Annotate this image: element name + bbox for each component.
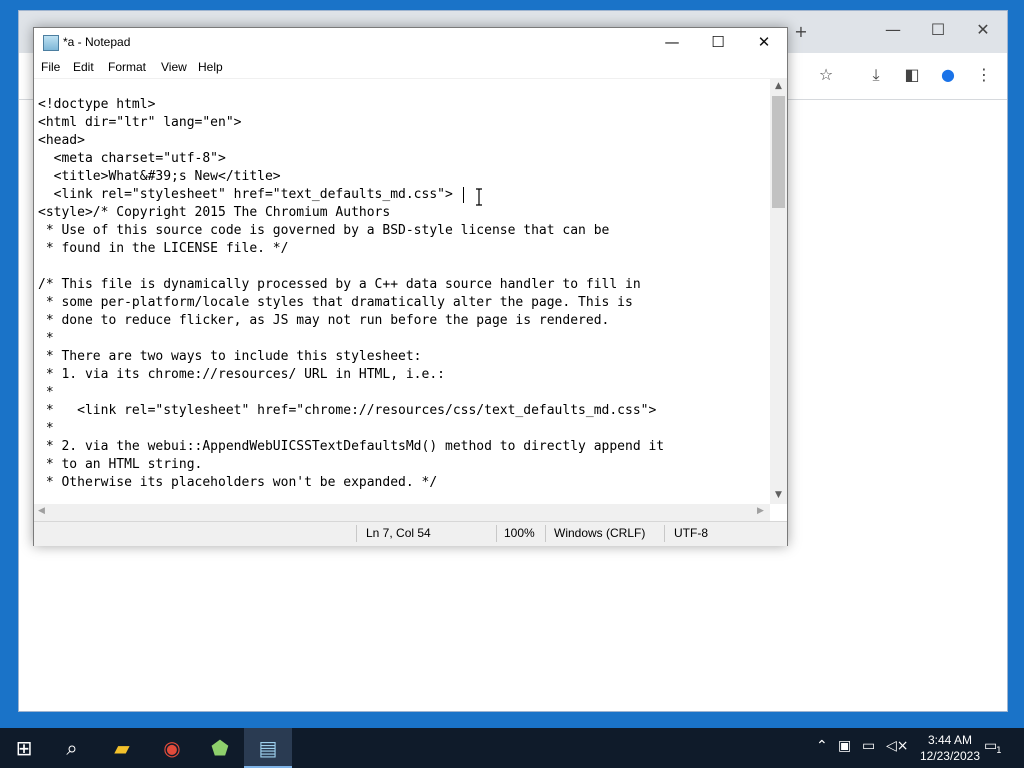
menu-file[interactable]: File xyxy=(41,60,60,74)
taskbar: ⊞ ⌕ ▰ ◉ ⬟ ▤ ⌃ ▣ ▭ ◁× 3:44 AM 12/23/2023 … xyxy=(0,728,1024,768)
line-endings: Windows (CRLF) xyxy=(554,526,646,540)
maximize-icon[interactable]: ☐ xyxy=(926,20,950,40)
start-windows-icon[interactable]: ⊞ xyxy=(0,728,48,768)
ibeam-cursor-icon xyxy=(476,188,482,206)
editor-content: <!doctype html> <html dir="ltr" lang="en… xyxy=(38,96,664,492)
close-button[interactable]: ✕ xyxy=(741,28,787,58)
minimize-button[interactable]: — xyxy=(649,28,695,58)
menu-format[interactable]: Format xyxy=(108,60,146,74)
download-icon[interactable]: ⤓ xyxy=(864,65,888,85)
scroll-right-icon[interactable]: ▶ xyxy=(757,506,764,516)
text-caret xyxy=(463,187,464,203)
menu-view[interactable]: View xyxy=(161,60,187,74)
code-line: * found in the LICENSE file. */ xyxy=(38,241,289,256)
search-icon[interactable]: ⌕ xyxy=(48,728,96,768)
clock-time: 3:44 AM xyxy=(927,733,972,747)
side-panel-icon[interactable]: ◧ xyxy=(900,65,924,85)
vertical-scrollbar[interactable]: ▲ ▼ xyxy=(770,78,787,504)
code-line: * 2. via the webui::AppendWebUICSSTextDe… xyxy=(38,439,665,454)
chrome-icon[interactable]: ◉ xyxy=(148,728,196,768)
code-line: * Use of this source code is governed by… xyxy=(38,223,610,238)
status-divider xyxy=(496,525,497,542)
zoom-level: 100% xyxy=(504,526,535,540)
code-line: * some per-platform/locale styles that d… xyxy=(38,295,633,310)
code-line: * to an HTML string. xyxy=(38,457,203,472)
profile-icon[interactable]: ● xyxy=(936,65,960,85)
maximize-button[interactable]: ☐ xyxy=(695,28,741,58)
close-icon[interactable]: ✕ xyxy=(971,20,995,40)
scroll-down-icon[interactable]: ▼ xyxy=(770,490,787,500)
code-line: <link rel="stylesheet" href="text_defaul… xyxy=(38,187,453,202)
scroll-up-icon[interactable]: ▲ xyxy=(770,81,787,91)
menu-help[interactable]: Help xyxy=(198,60,223,74)
code-line: * There are two ways to include this sty… xyxy=(38,349,422,364)
minimize-icon[interactable]: — xyxy=(881,20,905,40)
notepad-window: *a - Notepad — ☐ ✕ File Edit Format View… xyxy=(33,27,788,546)
volume-muted-icon[interactable]: ◁× xyxy=(886,738,909,754)
code-line: * xyxy=(38,331,54,346)
clock-date: 12/23/2023 xyxy=(919,749,980,763)
code-line: * done to reduce flicker, as JS may not … xyxy=(38,313,610,328)
network-icon[interactable]: ▭ xyxy=(862,738,875,754)
bookmark-star-icon[interactable]: ☆ xyxy=(814,65,838,85)
code-line: * Otherwise its placeholders won't be ex… xyxy=(38,475,438,490)
code-line: <head> xyxy=(38,133,85,148)
code-line: /* This file is dynamically processed by… xyxy=(38,277,641,292)
code-line: <title>What&#39;s New</title> xyxy=(38,169,281,184)
notification-count-badge: 1 xyxy=(996,746,1002,756)
menu-kebab-icon[interactable]: ⋮ xyxy=(972,65,996,85)
file-explorer-icon[interactable]: ▰ xyxy=(98,728,146,768)
vertical-scroll-thumb[interactable] xyxy=(772,96,785,208)
status-divider xyxy=(545,525,546,542)
code-line: <meta charset="utf-8"> xyxy=(38,151,226,166)
text-editor[interactable]: <!doctype html> <html dir="ltr" lang="en… xyxy=(34,78,770,505)
cursor-position: Ln 7, Col 54 xyxy=(366,526,431,540)
horizontal-scrollbar[interactable]: ◀ ▶ xyxy=(34,504,770,521)
code-line: * 1. via its chrome://resources/ URL in … xyxy=(38,367,445,382)
show-hidden-icons-icon[interactable]: ⌃ xyxy=(816,738,828,754)
window-title: *a - Notepad xyxy=(63,35,131,49)
notepad-app-icon xyxy=(43,35,59,51)
system-clock[interactable]: 3:44 AM 12/23/2023 xyxy=(920,732,980,764)
menu-bar: File Edit Format View Help xyxy=(34,58,787,78)
scroll-left-icon[interactable]: ◀ xyxy=(38,506,45,516)
new-tab-icon[interactable]: + xyxy=(789,22,813,42)
code-line: <!doctype html> xyxy=(38,97,156,112)
title-bar[interactable]: *a - Notepad — ☐ ✕ xyxy=(34,28,787,58)
code-line: <html dir="ltr" lang="en"> xyxy=(38,115,242,130)
status-bar: Ln 7, Col 54 100% Windows (CRLF) UTF-8 xyxy=(34,521,787,546)
status-divider xyxy=(664,525,665,542)
paint-app-icon[interactable]: ⬟ xyxy=(196,728,244,768)
notepad-taskbar-icon[interactable]: ▤ xyxy=(244,728,292,768)
code-line: * xyxy=(38,421,54,436)
code-line: <style>/* Copyright 2015 The Chromium Au… xyxy=(38,205,391,220)
code-line: * <link rel="stylesheet" href="chrome://… xyxy=(38,403,657,418)
status-divider xyxy=(356,525,357,542)
menu-edit[interactable]: Edit xyxy=(73,60,94,74)
encoding: UTF-8 xyxy=(674,526,708,540)
code-line: * xyxy=(38,385,54,400)
network-status-icon[interactable]: ▣ xyxy=(838,738,851,754)
